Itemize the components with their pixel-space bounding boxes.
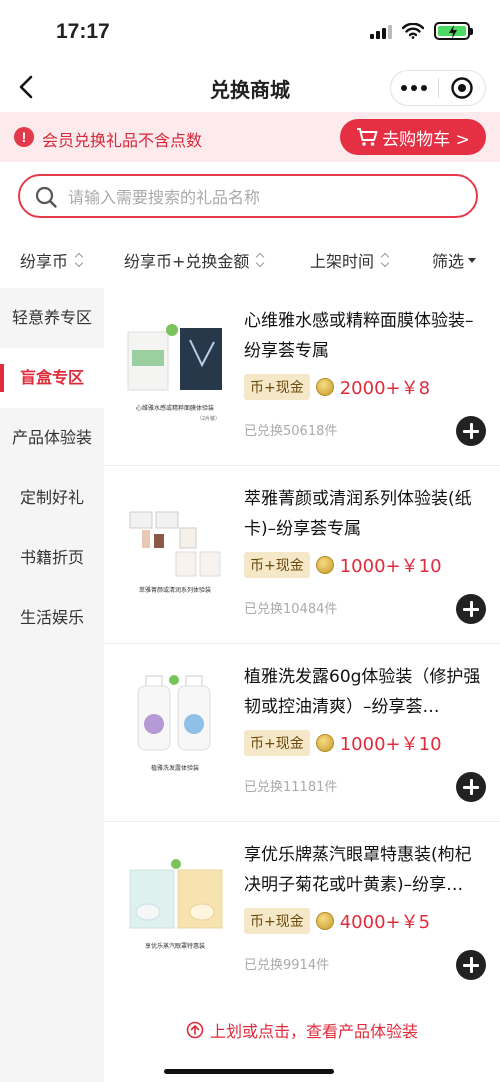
payment-tag: 币+现金: [244, 374, 310, 400]
signal-icon: [370, 23, 392, 39]
sidebar-item-blind-box[interactable]: 盲盒专区: [0, 348, 104, 408]
price-row: 币+现金 2000+￥8: [244, 374, 430, 400]
target-icon: [451, 77, 473, 99]
product-card[interactable]: 植雅洗发露体验装 植雅洗发露60g体验装（修护强韧或控油清爽）–纷享荟… 币+现…: [104, 644, 500, 822]
search-bar[interactable]: [18, 174, 478, 218]
sidebar-item-qingyiyang[interactable]: 轻意养专区: [0, 288, 104, 348]
cart-button-label: 去购物车 >: [382, 129, 470, 150]
product-image-mask: 心维雅水感或精粹面膜体验装 （2片装）: [127, 324, 222, 422]
coin-icon: [315, 378, 334, 396]
swipe-up-hint-text: 上划或点击，查看产品体验装: [209, 1022, 418, 1041]
product-title: 植雅洗发露60g体验装（修护强韧或控油清爽）–纷享荟…: [244, 667, 481, 717]
payment-tag: 币+现金: [244, 552, 310, 578]
redeemed-count: 已兑换11181件: [244, 780, 338, 795]
filter-button[interactable]: 筛选: [432, 248, 477, 272]
product-image-eye-mask: 享优乐蒸汽眼罩特惠装: [129, 859, 223, 950]
product-card[interactable]: 享优乐蒸汽眼罩特惠装 享优乐牌蒸汽眼罩特惠装(枸杞决明子菊花或叶黄素)–纷享… …: [104, 822, 500, 1000]
notice-bar: ! 会员兑换礼品不含点数 去购物车 >: [0, 112, 500, 162]
coin-icon: [315, 734, 334, 752]
home-indicator: [164, 1069, 334, 1074]
sidebar-item-custom-gifts[interactable]: 定制好礼: [0, 468, 104, 528]
payment-tag: 币+现金: [244, 730, 310, 756]
product-price: 2000+￥8: [339, 378, 431, 399]
sort-by-coins-plus-amount[interactable]: 纷享币+兑换金额: [124, 248, 265, 272]
notice-text: 会员兑换礼品不含点数: [42, 131, 203, 150]
sort-label: 纷享币: [20, 252, 69, 271]
sort-arrows-icon: [380, 252, 390, 268]
product-price: 1000+￥10: [339, 556, 442, 577]
alert-icon: !: [14, 127, 34, 147]
sort-arrows-icon: [256, 252, 265, 268]
status-bar: 17:17: [0, 0, 500, 62]
product-image-caption: 萃雅菁颜或清润系列体验装: [139, 586, 211, 594]
product-image-caption: 植雅洗发露体验装: [151, 764, 199, 772]
category-sidebar: 轻意养专区 盲盒专区 产品体验装 定制好礼 书籍折页 生活娱乐: [0, 288, 104, 1082]
price-row: 币+现金 1000+￥10: [244, 730, 442, 756]
sort-label: 纷享币+兑换金额: [124, 252, 250, 271]
close-mini-program-button[interactable]: [439, 76, 486, 100]
swipe-up-hint[interactable]: 上划或点击，查看产品体验装: [104, 1018, 500, 1042]
price-row: 币+现金 4000+￥5: [244, 908, 430, 934]
product-price: 4000+￥5: [339, 912, 431, 933]
product-card[interactable]: 心维雅水感或精粹面膜体验装 （2片装） 心维雅水感或精粹面膜体验装–纷享荟专属 …: [104, 288, 500, 466]
product-title: 心维雅水感或精粹面膜体验装–纷享荟专属: [244, 311, 474, 361]
add-to-cart-button[interactable]: [456, 594, 486, 624]
battery-icon: [434, 22, 473, 40]
add-to-cart-button[interactable]: [456, 416, 486, 446]
sort-arrows-icon: [74, 252, 84, 268]
mini-program-capsule: [390, 70, 486, 106]
add-to-cart-button[interactable]: [456, 950, 486, 980]
status-icons: [370, 22, 473, 40]
search-input[interactable]: [68, 185, 448, 209]
redeemed-count: 已兑换10484件: [244, 602, 338, 617]
sort-by-coins[interactable]: 纷享币: [20, 248, 84, 272]
go-to-cart-button[interactable]: 去购物车 >: [340, 119, 486, 155]
more-menu-button[interactable]: [391, 85, 438, 91]
product-image-caption: 享优乐蒸汽眼罩特惠装: [145, 942, 205, 950]
product-title: 享优乐牌蒸汽眼罩特惠装(枸杞决明子菊花或叶黄素)–纷享…: [244, 845, 472, 895]
nav-bar: 兑换商城: [0, 62, 500, 112]
redeemed-count: 已兑换50618件: [244, 424, 338, 439]
redeemed-count: 已兑换9914件: [244, 958, 330, 973]
payment-tag: 币+现金: [244, 908, 310, 934]
arrow-up-circle-icon: [186, 1021, 204, 1039]
coin-icon: [315, 556, 334, 574]
wifi-icon: [402, 23, 424, 39]
product-card[interactable]: 萃雅菁颜或清润系列体验装 萃雅菁颜或清润系列体验装(纸卡)–纷享荟专属 币+现金…: [104, 466, 500, 644]
sort-label: 上架时间: [310, 252, 375, 271]
search-icon: [35, 186, 57, 208]
sidebar-item-lifestyle[interactable]: 生活娱乐: [0, 588, 104, 648]
filter-label: 筛选: [432, 252, 465, 271]
sidebar-item-product-samples[interactable]: 产品体验装: [0, 408, 104, 468]
sort-bar: 纷享币 纷享币+兑换金额 上架时间 筛选: [0, 236, 500, 282]
caret-down-icon: [468, 257, 477, 263]
product-image-note: （2片装）: [197, 415, 220, 422]
product-image-caption: 心维雅水感或精粹面膜体验装: [136, 404, 214, 412]
product-price: 1000+￥10: [339, 734, 442, 755]
sort-by-listing-time[interactable]: 上架时间: [310, 248, 390, 272]
add-to-cart-button[interactable]: [456, 772, 486, 802]
status-time: 17:17: [56, 20, 110, 43]
cart-icon: [357, 128, 378, 146]
product-image-skincare-set: 萃雅菁颜或清润系列体验装: [129, 511, 221, 594]
price-row: 币+现金 1000+￥10: [244, 552, 442, 578]
coin-icon: [315, 912, 334, 930]
product-image-shampoo: 植雅洗发露体验装: [137, 675, 211, 772]
sidebar-item-books-leaflets[interactable]: 书籍折页: [0, 528, 104, 588]
product-title: 萃雅菁颜或清润系列体验装(纸卡)–纷享荟专属: [244, 489, 472, 539]
